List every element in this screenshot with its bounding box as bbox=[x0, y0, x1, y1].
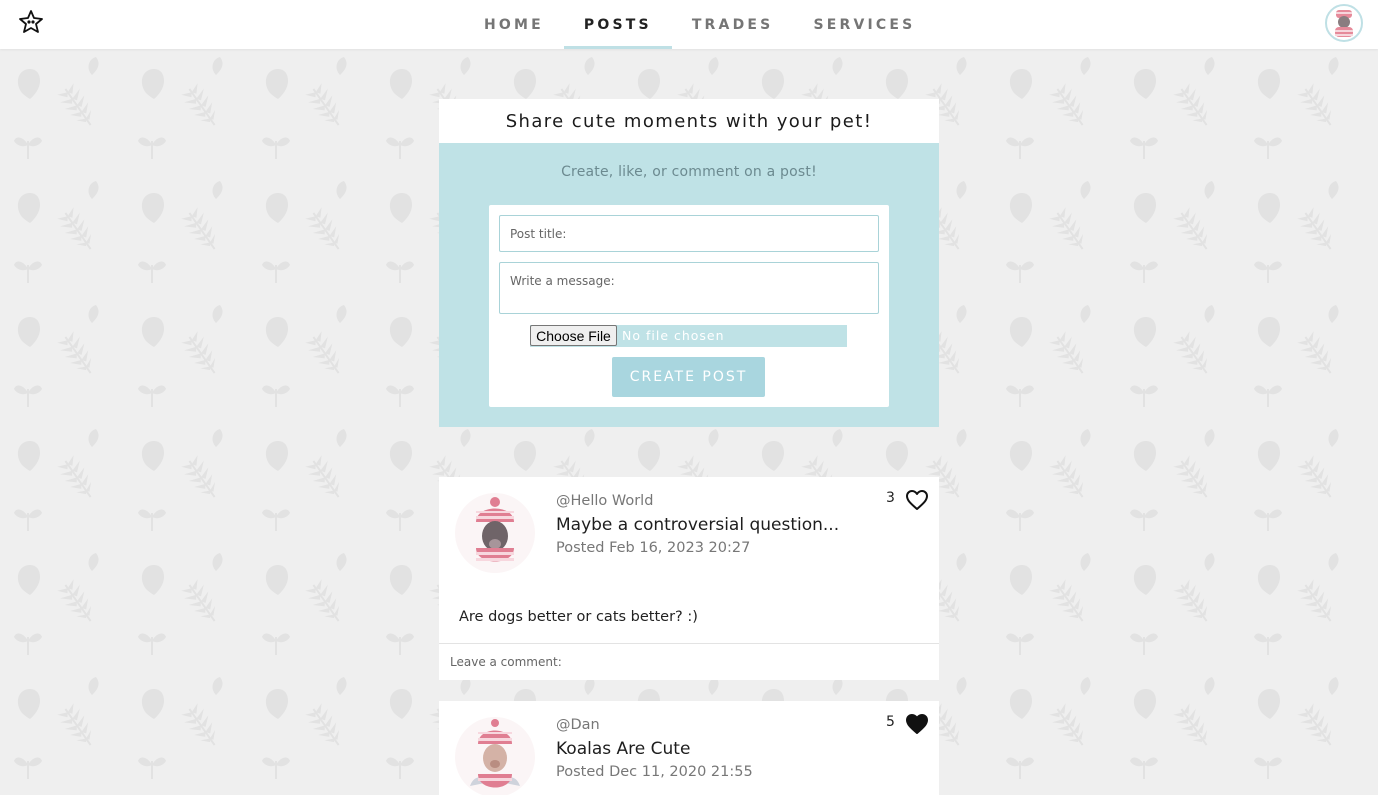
main-nav: HOME POSTS TRADES SERVICES bbox=[464, 0, 935, 49]
heart-outline-icon[interactable] bbox=[905, 489, 929, 511]
like-count: 3 bbox=[886, 490, 895, 506]
post-card: @Dan Koalas Are Cute Posted Dec 11, 2020… bbox=[439, 701, 939, 795]
heart-filled-icon[interactable] bbox=[905, 713, 929, 735]
post-username[interactable]: @Dan bbox=[556, 717, 600, 733]
choose-file-button[interactable]: Choose File bbox=[530, 325, 617, 346]
message-input[interactable]: Write a message: bbox=[499, 262, 879, 314]
top-navbar: HOME POSTS TRADES SERVICES bbox=[0, 0, 1378, 49]
post-author-avatar bbox=[454, 492, 536, 574]
create-post-button[interactable]: CREATE POST bbox=[612, 357, 765, 397]
post-date: Posted Dec 11, 2020 21:55 bbox=[556, 764, 753, 780]
file-upload-field[interactable]: Choose File No file chosen bbox=[530, 325, 847, 347]
nav-posts[interactable]: POSTS bbox=[563, 0, 672, 49]
like-count: 5 bbox=[886, 714, 895, 730]
nav-trades[interactable]: TRADES bbox=[672, 0, 794, 49]
nav-services[interactable]: SERVICES bbox=[793, 0, 935, 49]
post-card: @Hello World Maybe a controversial quest… bbox=[439, 477, 939, 680]
post-title: Koalas Are Cute bbox=[556, 739, 691, 759]
post-username[interactable]: @Hello World bbox=[556, 493, 653, 509]
post-title-input[interactable]: Post title: bbox=[499, 215, 879, 252]
file-status-text: No file chosen bbox=[622, 328, 725, 343]
post-date: Posted Feb 16, 2023 20:27 bbox=[556, 540, 751, 556]
post-body: Are dogs better or cats better? :) bbox=[459, 609, 698, 625]
user-avatar[interactable] bbox=[1325, 4, 1363, 42]
create-post-subheading: Create, like, or comment on a post! bbox=[561, 164, 817, 180]
paw-star-icon[interactable] bbox=[18, 9, 44, 35]
post-title: Maybe a controversial question... bbox=[556, 515, 840, 535]
create-post-form: Post title: Write a message: Choose File… bbox=[489, 205, 889, 407]
post-author-avatar bbox=[454, 716, 536, 795]
comment-input[interactable]: Leave a comment: bbox=[439, 643, 939, 680]
create-post-card: Share cute moments with your pet! Create… bbox=[439, 99, 939, 427]
nav-home[interactable]: HOME bbox=[464, 0, 564, 49]
create-post-heading: Share cute moments with your pet! bbox=[439, 99, 939, 143]
